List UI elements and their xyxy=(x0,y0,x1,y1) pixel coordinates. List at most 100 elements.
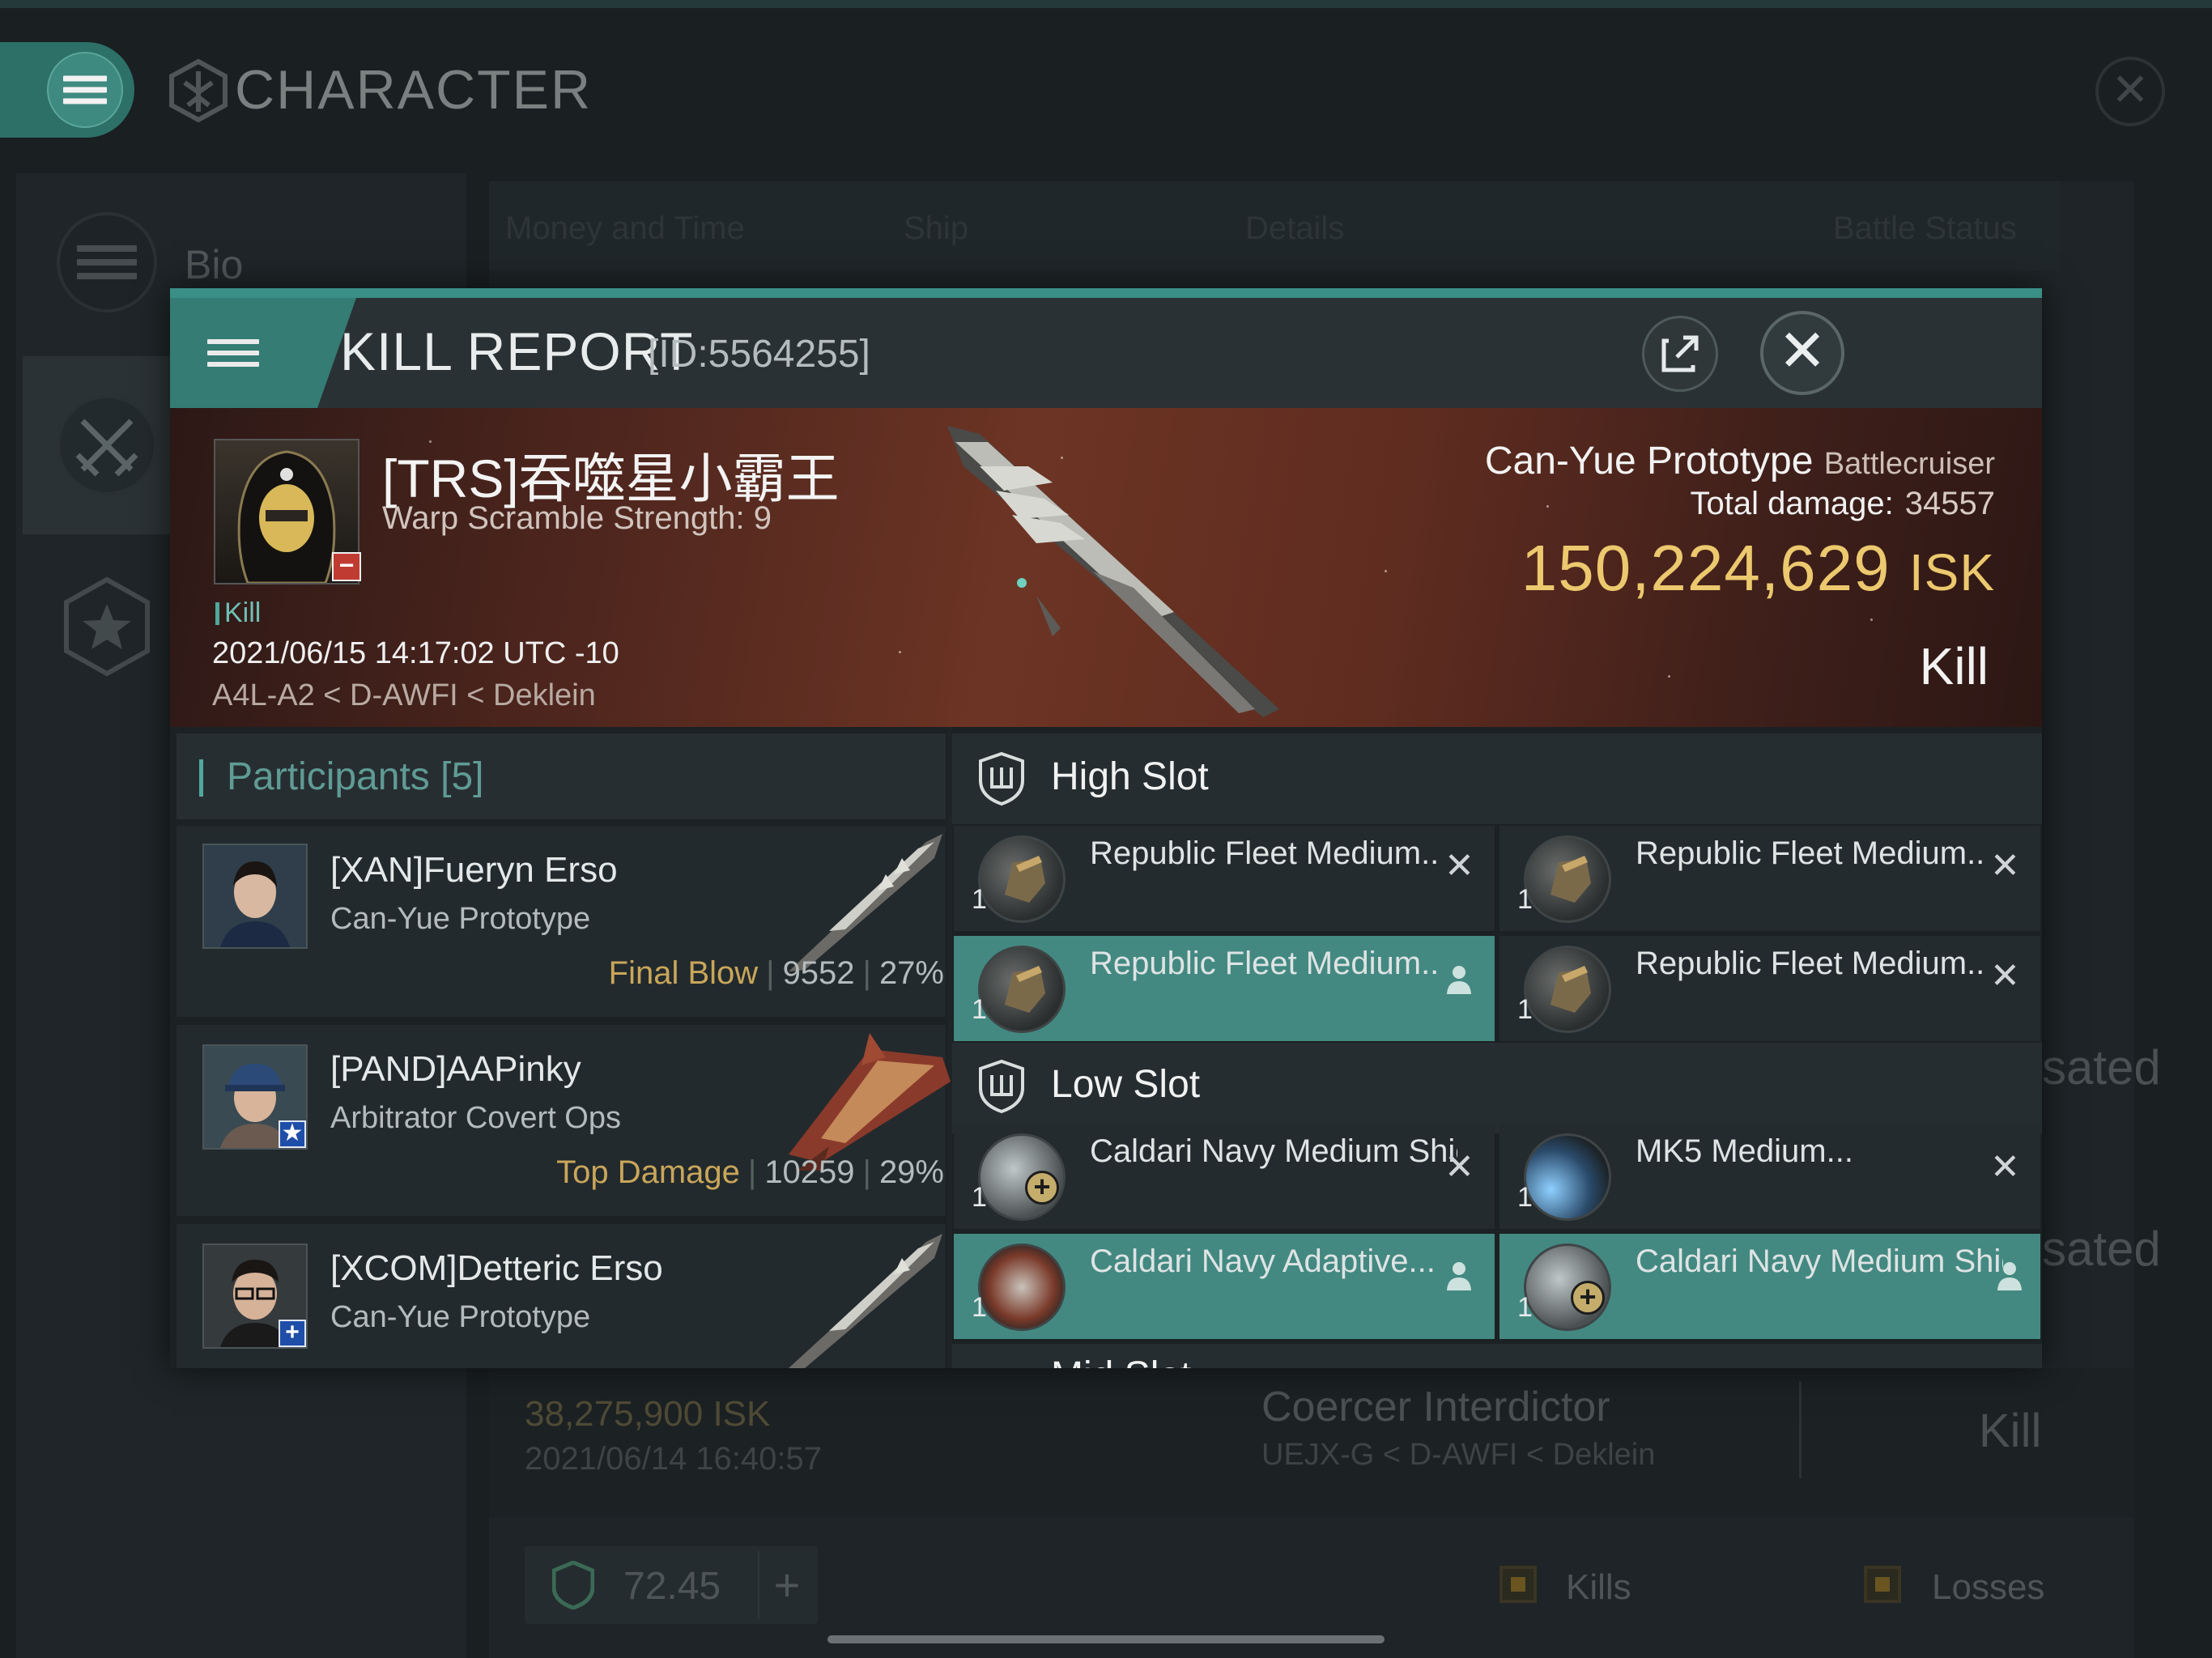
losses-checkbox[interactable] xyxy=(1864,1566,1901,1603)
artillery-icon xyxy=(1524,946,1611,1033)
sidebar-bio-label: Bio xyxy=(185,242,244,287)
high-slot-title: High Slot xyxy=(1051,755,1209,798)
crossed-swords-icon xyxy=(57,395,157,495)
participant-ship: Can-Yue Prototype xyxy=(330,902,591,936)
module-name: Republic Fleet Medium... xyxy=(1636,946,1984,981)
kill-location[interactable]: A4L-A2 < D-AWFI < Deklein xyxy=(212,678,596,713)
star-icon xyxy=(57,576,157,677)
app-root: CHARACTER ✕ Bio Money and Time Ship Deta… xyxy=(0,0,2212,1658)
row-status: Kill xyxy=(1979,1405,2042,1457)
kills-checkbox[interactable] xyxy=(1499,1566,1537,1603)
security-value: 72.45 xyxy=(623,1565,721,1608)
isk-value: 150,224,629 ISK xyxy=(1521,532,1995,604)
shield-icon xyxy=(552,1561,594,1609)
window-close-icon[interactable]: ✕ xyxy=(2095,57,2165,126)
total-damage: Total damage: 34557 xyxy=(1690,486,1995,521)
module-quantity: 1 xyxy=(1517,1182,1533,1213)
mid-slot-title: Mid Slot xyxy=(1051,1354,1191,1368)
kill-id: [ID:5564255] xyxy=(648,333,870,376)
kill-tag: Kill xyxy=(215,597,261,629)
tab-ship[interactable]: Ship xyxy=(904,210,968,247)
participant-stats: Final Blow | 9552 | 27% xyxy=(608,955,944,991)
victim-standing-badge: − xyxy=(332,552,361,581)
module-name: Republic Fleet Medium... xyxy=(1090,835,1438,871)
add-button[interactable]: + xyxy=(758,1551,815,1619)
artillery-icon xyxy=(978,946,1066,1033)
row-isk-amount: 38,275,900 ISK xyxy=(525,1394,771,1434)
dropped-icon xyxy=(1447,966,1471,994)
row-ship-name: Coercer Interdictor xyxy=(1261,1384,1610,1431)
modal-title: KILL REPORT xyxy=(340,321,694,381)
dropped-icon xyxy=(1997,1262,2022,1290)
tab-details[interactable]: Details xyxy=(1245,210,1344,247)
module-quantity: 1 xyxy=(1517,884,1533,915)
hamburger-icon xyxy=(63,70,107,110)
hamburger-icon xyxy=(207,333,259,373)
tab-battle-status[interactable]: Battle Status xyxy=(1833,210,2017,247)
low-slot-title: Low Slot xyxy=(1051,1063,1201,1106)
participant-name: [PAND]AAPinky xyxy=(330,1049,581,1089)
artillery-icon xyxy=(978,835,1066,923)
losses-label: Losses xyxy=(1932,1567,2045,1607)
destroyed-icon: ✕ xyxy=(1990,846,2020,886)
kills-label: Kills xyxy=(1566,1567,1631,1607)
module-name: MK5 Medium... xyxy=(1636,1133,1853,1169)
share-button[interactable] xyxy=(1642,316,1718,392)
plus-icon: + xyxy=(1571,1281,1605,1315)
tab-money-and-time[interactable]: Money and Time xyxy=(505,210,745,247)
module-quantity: 1 xyxy=(1517,1292,1533,1323)
sidebar-item-kills[interactable] xyxy=(23,356,185,534)
destroyed-icon: ✕ xyxy=(1444,1147,1474,1187)
module-name: Caldari Navy Medium Shield ... xyxy=(1636,1244,2003,1279)
destroyed-icon: ✕ xyxy=(1444,846,1474,886)
module-name: Caldari Navy Medium Shield ... xyxy=(1090,1133,1457,1169)
low-slot-icon xyxy=(979,1059,1024,1114)
dropped-icon xyxy=(1447,1262,1471,1290)
module-quantity: 1 xyxy=(972,884,987,915)
top-strip xyxy=(0,0,2212,8)
share-icon xyxy=(1661,335,1699,372)
row-location: UEJX-G < D-AWFI < Deklein xyxy=(1261,1438,1656,1472)
participant-name: [XCOM]Detteric Erso xyxy=(330,1248,663,1288)
background-text: sated xyxy=(2042,1040,2161,1095)
home-indicator xyxy=(827,1635,1385,1643)
victim-ship: Can-Yue Prototype Battlecruiser xyxy=(1484,440,1995,483)
artillery-icon xyxy=(1524,835,1611,923)
module-quantity: 1 xyxy=(1517,994,1533,1025)
background-text: sated xyxy=(2042,1222,2161,1276)
module-name: Caldari Navy Adaptive... xyxy=(1090,1244,1436,1279)
destroyed-icon: ✕ xyxy=(1990,956,2020,996)
participants-title: Participants [5] xyxy=(227,755,484,798)
participant-ship-image xyxy=(789,1234,942,1368)
thruster-icon xyxy=(1524,1133,1611,1221)
kill-datetime: 2021/06/15 14:17:02 UTC -10 xyxy=(212,636,619,670)
module-quantity: 1 xyxy=(972,1292,987,1323)
mid-slot-header: Mid Slot xyxy=(952,1344,2042,1368)
character-logo-icon xyxy=(169,58,228,123)
participant-stats: Top Damage | 10259 | 29% xyxy=(556,1154,944,1190)
kill-report-modal: KILL REPORT [ID:5564255] ✕ − [TRS]吞噬星小霸王… xyxy=(170,288,2042,1368)
plus-icon: + xyxy=(279,1320,306,1347)
kill-result: Kill xyxy=(1919,637,1989,695)
star-icon: ★ xyxy=(279,1120,306,1148)
module-quantity: 1 xyxy=(972,994,987,1025)
module-name: Republic Fleet Medium... xyxy=(1636,835,1984,871)
participant-name: [XAN]Fueryn Erso xyxy=(330,850,618,890)
warp-scramble-strength: Warp Scramble Strength: 9 xyxy=(382,500,772,536)
participant-ship: Can-Yue Prototype xyxy=(330,1300,591,1334)
victim-ship-image xyxy=(947,426,1279,717)
sidebar-item-medals[interactable] xyxy=(16,539,178,717)
window-title: CHARACTER xyxy=(235,59,593,121)
modal-top-accent xyxy=(170,288,2042,298)
participant-ship: Arbitrator Covert Ops xyxy=(330,1101,621,1135)
main-menu-button[interactable] xyxy=(0,42,134,138)
destroyed-icon: ✕ xyxy=(1990,1147,2020,1187)
row-divider xyxy=(1799,1381,1802,1478)
row-datetime: 2021/06/14 16:40:57 xyxy=(525,1441,823,1477)
high-slot-icon xyxy=(979,751,1024,806)
module-quantity: 1 xyxy=(972,1182,987,1213)
module-name: Republic Fleet Medium... xyxy=(1090,946,1438,981)
participant-avatar[interactable] xyxy=(202,844,308,949)
adaptive-shield-icon xyxy=(978,1244,1066,1331)
modal-close-button[interactable]: ✕ xyxy=(1760,311,1844,395)
